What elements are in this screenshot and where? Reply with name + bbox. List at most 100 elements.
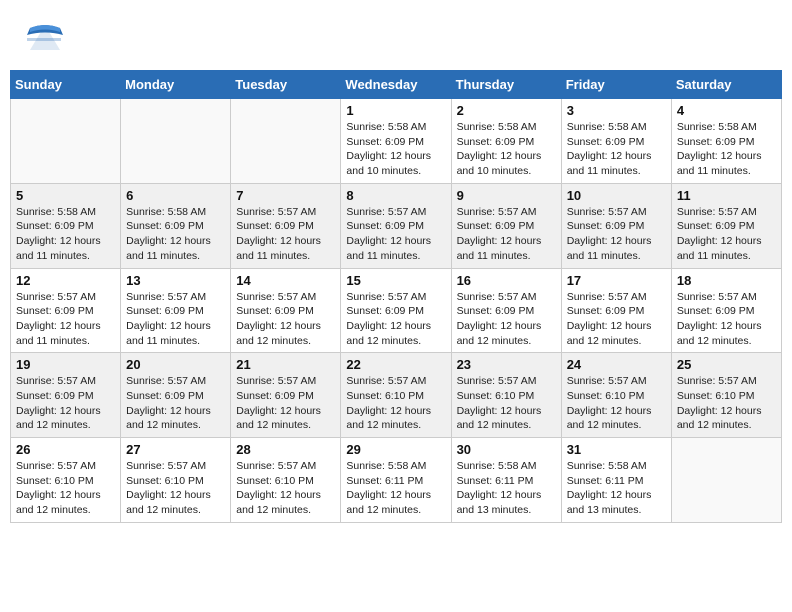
- day-number: 9: [457, 188, 556, 203]
- day-number: 18: [677, 273, 776, 288]
- calendar-cell: 28Sunrise: 5:57 AM Sunset: 6:10 PM Dayli…: [231, 438, 341, 523]
- day-info: Sunrise: 5:57 AM Sunset: 6:09 PM Dayligh…: [457, 290, 556, 349]
- day-info: Sunrise: 5:57 AM Sunset: 6:09 PM Dayligh…: [126, 374, 225, 433]
- calendar-cell: [671, 438, 781, 523]
- day-number: 13: [126, 273, 225, 288]
- day-info: Sunrise: 5:57 AM Sunset: 6:09 PM Dayligh…: [677, 290, 776, 349]
- day-info: Sunrise: 5:58 AM Sunset: 6:09 PM Dayligh…: [677, 120, 776, 179]
- calendar-cell: 6 Sunrise: 5:58 AM Sunset: 6:09 PM Daylig…: [121, 183, 231, 268]
- day-number: 5: [16, 188, 115, 203]
- calendar-cell: 5 Sunrise: 5:58 AM Sunset: 6:09 PM Daylig…: [11, 183, 121, 268]
- day-number: 4: [677, 103, 776, 118]
- day-number: 16: [457, 273, 556, 288]
- calendar-cell: 25Sunrise: 5:57 AM Sunset: 6:10 PM Dayli…: [671, 353, 781, 438]
- day-info: Sunrise: 5:57 AM Sunset: 6:09 PM Dayligh…: [236, 205, 335, 264]
- calendar-cell: 23 Sunrise: 5:57 AM Sunset: 6:10 PM Dayli…: [451, 353, 561, 438]
- calendar-cell: 20 Sunrise: 5:57 AM Sunset: 6:09 PM Dayli…: [121, 353, 231, 438]
- calendar-week-row: 19 Sunrise: 5:57 AM Sunset: 6:09 PM Dayli…: [11, 353, 782, 438]
- day-info: Sunrise: 5:57 AM Sunset: 6:09 PM Dayligh…: [236, 290, 335, 349]
- calendar-cell: 21Sunrise: 5:57 AM Sunset: 6:09 PM Dayli…: [231, 353, 341, 438]
- calendar-header-tuesday: Tuesday: [231, 71, 341, 99]
- day-number: 20: [126, 357, 225, 372]
- day-info: Sunrise: 5:57 AM Sunset: 6:10 PM Dayligh…: [126, 459, 225, 518]
- calendar-week-row: 12 Sunrise: 5:57 AM Sunset: 6:09 PM Dayli…: [11, 268, 782, 353]
- day-number: 11: [677, 188, 776, 203]
- day-number: 10: [567, 188, 666, 203]
- day-number: 17: [567, 273, 666, 288]
- day-number: 26: [16, 442, 115, 457]
- day-info: Sunrise: 5:58 AM Sunset: 6:09 PM Dayligh…: [346, 120, 445, 179]
- calendar-cell: 27 Sunrise: 5:57 AM Sunset: 6:10 PM Dayli…: [121, 438, 231, 523]
- day-info: Sunrise: 5:57 AM Sunset: 6:10 PM Dayligh…: [567, 374, 666, 433]
- calendar-cell: 30 Sunrise: 5:58 AM Sunset: 6:11 PM Dayli…: [451, 438, 561, 523]
- calendar-cell: [11, 99, 121, 184]
- day-info: Sunrise: 5:58 AM Sunset: 6:09 PM Dayligh…: [16, 205, 115, 264]
- calendar-week-row: 5 Sunrise: 5:58 AM Sunset: 6:09 PM Daylig…: [11, 183, 782, 268]
- calendar-cell: 11 Sunrise: 5:57 AM Sunset: 6:09 PM Dayli…: [671, 183, 781, 268]
- calendar-header-saturday: Saturday: [671, 71, 781, 99]
- calendar-cell: 14 Sunrise: 5:57 AM Sunset: 6:09 PM Dayli…: [231, 268, 341, 353]
- day-info: Sunrise: 5:57 AM Sunset: 6:09 PM Dayligh…: [677, 205, 776, 264]
- day-number: 25: [677, 357, 776, 372]
- calendar-header-sunday: Sunday: [11, 71, 121, 99]
- calendar-cell: 2 Sunrise: 5:58 AM Sunset: 6:09 PM Daylig…: [451, 99, 561, 184]
- calendar-cell: 22 Sunrise: 5:57 AM Sunset: 6:10 PM Dayli…: [341, 353, 451, 438]
- calendar-week-row: 26 Sunrise: 5:57 AM Sunset: 6:10 PM Dayli…: [11, 438, 782, 523]
- day-number: 3: [567, 103, 666, 118]
- day-number: 27: [126, 442, 225, 457]
- day-number: 30: [457, 442, 556, 457]
- calendar-cell: 15 Sunrise: 5:57 AM Sunset: 6:09 PM Dayli…: [341, 268, 451, 353]
- day-info: Sunrise: 5:57 AM Sunset: 6:09 PM Dayligh…: [16, 374, 115, 433]
- calendar-cell: 13 Sunrise: 5:57 AM Sunset: 6:09 PM Dayli…: [121, 268, 231, 353]
- day-info: Sunrise: 5:57 AM Sunset: 6:09 PM Dayligh…: [16, 290, 115, 349]
- day-number: 28: [236, 442, 335, 457]
- day-info: Sunrise: 5:57 AM Sunset: 6:10 PM Dayligh…: [457, 374, 556, 433]
- calendar-cell: 19 Sunrise: 5:57 AM Sunset: 6:09 PM Dayli…: [11, 353, 121, 438]
- calendar-week-row: 1 Sunrise: 5:58 AM Sunset: 6:09 PM Daylig…: [11, 99, 782, 184]
- calendar-cell: 8 Sunrise: 5:57 AM Sunset: 6:09 PM Daylig…: [341, 183, 451, 268]
- day-number: 31: [567, 442, 666, 457]
- day-number: 2: [457, 103, 556, 118]
- calendar-header-friday: Friday: [561, 71, 671, 99]
- day-info: Sunrise: 5:58 AM Sunset: 6:11 PM Dayligh…: [457, 459, 556, 518]
- day-info: Sunrise: 5:57 AM Sunset: 6:09 PM Dayligh…: [346, 290, 445, 349]
- page-header: [10, 10, 782, 65]
- day-info: Sunrise: 5:57 AM Sunset: 6:10 PM Dayligh…: [346, 374, 445, 433]
- calendar-cell: 12 Sunrise: 5:57 AM Sunset: 6:09 PM Dayli…: [11, 268, 121, 353]
- day-number: 7: [236, 188, 335, 203]
- day-number: 15: [346, 273, 445, 288]
- calendar-cell: 10 Sunrise: 5:57 AM Sunset: 6:09 PM Dayli…: [561, 183, 671, 268]
- calendar-header-monday: Monday: [121, 71, 231, 99]
- day-info: Sunrise: 5:58 AM Sunset: 6:09 PM Dayligh…: [457, 120, 556, 179]
- day-info: Sunrise: 5:57 AM Sunset: 6:09 PM Dayligh…: [457, 205, 556, 264]
- day-info: Sunrise: 5:57 AM Sunset: 6:09 PM Dayligh…: [567, 205, 666, 264]
- day-info: Sunrise: 5:57 AM Sunset: 6:09 PM Dayligh…: [126, 290, 225, 349]
- day-number: 22: [346, 357, 445, 372]
- day-info: Sunrise: 5:57 AM Sunset: 6:09 PM Dayligh…: [346, 205, 445, 264]
- day-number: 14: [236, 273, 335, 288]
- calendar-table: SundayMondayTuesdayWednesdayThursdayFrid…: [10, 70, 782, 523]
- calendar-cell: [231, 99, 341, 184]
- day-number: 21: [236, 357, 335, 372]
- calendar-cell: 24 Sunrise: 5:57 AM Sunset: 6:10 PM Dayli…: [561, 353, 671, 438]
- day-number: 29: [346, 442, 445, 457]
- day-number: 19: [16, 357, 115, 372]
- day-info: Sunrise: 5:57 AM Sunset: 6:10 PM Dayligh…: [16, 459, 115, 518]
- calendar-cell: 9 Sunrise: 5:57 AM Sunset: 6:09 PM Daylig…: [451, 183, 561, 268]
- logo-icon: [25, 20, 65, 60]
- day-number: 24: [567, 357, 666, 372]
- calendar-header-row: SundayMondayTuesdayWednesdayThursdayFrid…: [11, 71, 782, 99]
- calendar-header-thursday: Thursday: [451, 71, 561, 99]
- calendar-cell: 16 Sunrise: 5:57 AM Sunset: 6:09 PM Dayli…: [451, 268, 561, 353]
- day-number: 8: [346, 188, 445, 203]
- logo: [25, 20, 65, 60]
- day-number: 12: [16, 273, 115, 288]
- day-number: 1: [346, 103, 445, 118]
- day-number: 6: [126, 188, 225, 203]
- day-info: Sunrise: 5:58 AM Sunset: 6:11 PM Dayligh…: [567, 459, 666, 518]
- day-number: 23: [457, 357, 556, 372]
- day-info: Sunrise: 5:57 AM Sunset: 6:09 PM Dayligh…: [567, 290, 666, 349]
- calendar-cell: 29Sunrise: 5:58 AM Sunset: 6:11 PM Dayli…: [341, 438, 451, 523]
- calendar-cell: 3Sunrise: 5:58 AM Sunset: 6:09 PM Daylig…: [561, 99, 671, 184]
- day-info: Sunrise: 5:58 AM Sunset: 6:09 PM Dayligh…: [126, 205, 225, 264]
